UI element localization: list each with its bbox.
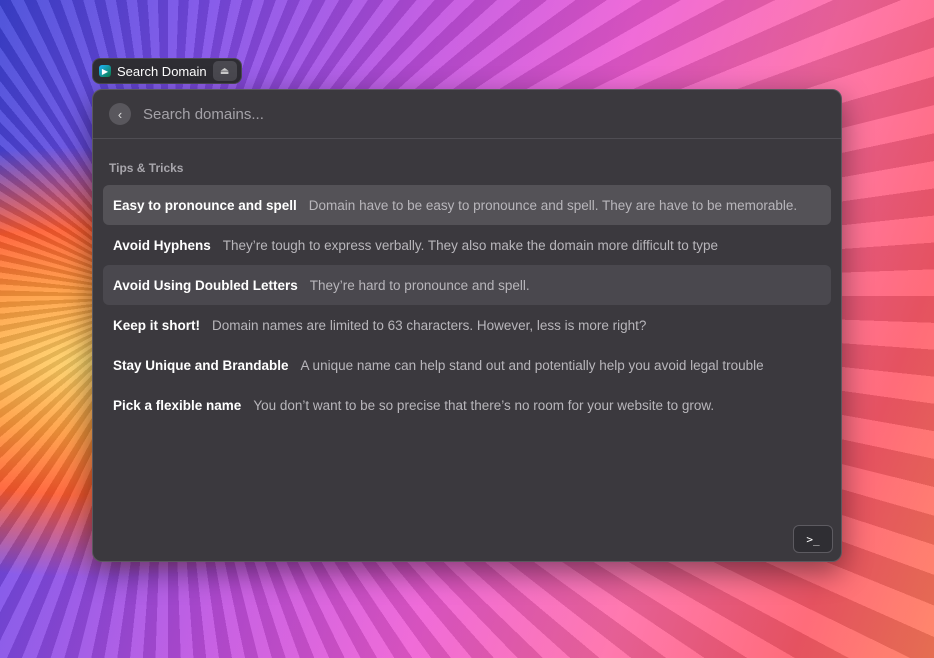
- item-description: You don’t want to be so precise that the…: [253, 397, 715, 413]
- list-item[interactable]: Avoid Using Doubled Letters They’re hard…: [103, 265, 831, 305]
- extension-tag[interactable]: ▶ Search Domain ⏏: [92, 58, 242, 84]
- list-item[interactable]: Pick a flexible name You don’t want to b…: [103, 385, 831, 425]
- list-item[interactable]: Stay Unique and Brandable A unique name …: [103, 345, 831, 385]
- extension-title: Search Domain: [117, 63, 207, 79]
- item-title: Easy to pronounce and spell: [113, 197, 297, 213]
- drive-icon[interactable]: ⏏: [212, 61, 237, 81]
- item-title: Avoid Hyphens: [113, 237, 211, 253]
- tips-list: Easy to pronounce and spell Domain have …: [103, 185, 831, 425]
- chevron-left-icon[interactable]: ‹: [109, 103, 131, 125]
- search-input[interactable]: [141, 104, 745, 124]
- item-description: They’re hard to pronounce and spell.: [309, 277, 530, 293]
- section-title: Tips & Tricks: [109, 161, 184, 175]
- item-title: Keep it short!: [113, 317, 201, 333]
- item-description: Domain names are limited to 63 character…: [212, 317, 647, 333]
- command-window: ‹ Tips & Tricks Easy to pronounce and sp…: [92, 89, 842, 562]
- list-item[interactable]: Avoid Hyphens They’re tough to express v…: [103, 225, 831, 265]
- item-description: A unique name can help stand out and pot…: [300, 357, 764, 373]
- item-title: Avoid Using Doubled Letters: [113, 277, 298, 293]
- list-item[interactable]: Easy to pronounce and spell Domain have …: [103, 185, 831, 225]
- search-bar: ‹: [93, 90, 841, 139]
- list-item[interactable]: Keep it short! Domain names are limited …: [103, 305, 831, 345]
- item-title: Stay Unique and Brandable: [113, 357, 289, 373]
- item-description: They’re tough to express verbally. They …: [222, 237, 719, 253]
- domain-app-icon: ▶: [99, 65, 111, 77]
- terminal-icon[interactable]: >_: [793, 525, 833, 553]
- item-title: Pick a flexible name: [113, 397, 242, 413]
- item-description: Domain have to be easy to pronounce and …: [308, 197, 798, 213]
